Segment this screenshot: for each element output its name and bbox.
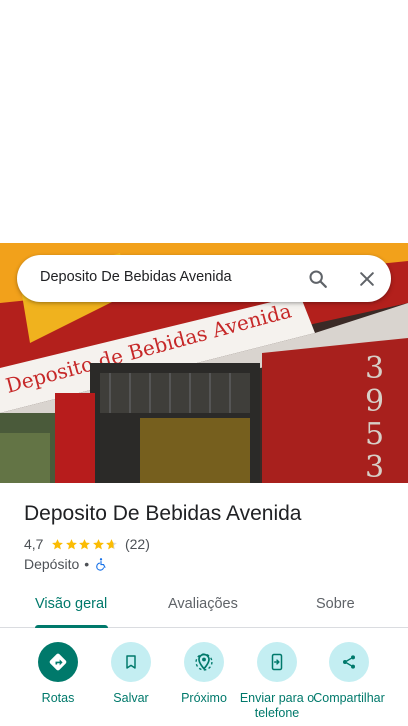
- star-icon: [79, 538, 91, 549]
- search-icon[interactable]: [303, 264, 333, 294]
- rating-value: 4,7: [24, 536, 44, 552]
- active-tab-indicator: [35, 625, 108, 628]
- save-label: Salvar: [113, 691, 149, 705]
- directions-label: Rotas: [41, 691, 75, 705]
- tab-overview[interactable]: Visão geral: [35, 596, 107, 612]
- search-input[interactable]: Deposito De Bebidas Avenida: [40, 269, 232, 285]
- send-to-phone-button[interactable]: Enviar para o telefone: [237, 642, 317, 721]
- directions-button[interactable]: Rotas: [18, 642, 98, 706]
- nearby-icon[interactable]: [184, 642, 224, 682]
- place-tabs: Visão geral Avaliações Sobre: [0, 584, 408, 628]
- photo-number-text-3: 5: [365, 417, 384, 452]
- rating-row[interactable]: 4,7 (22): [24, 536, 150, 552]
- star-icon: [66, 538, 77, 549]
- star-icon: [52, 538, 64, 549]
- search-bar[interactable]: Deposito De Bebidas Avenida: [17, 255, 391, 302]
- star-icon: [93, 538, 104, 549]
- action-buttons: Rotas Salvar Próximo Enviar para o telef…: [0, 640, 408, 726]
- bookmark-icon[interactable]: [111, 642, 151, 682]
- nearby-button[interactable]: Próximo: [164, 642, 244, 706]
- wheelchair-accessible-icon: [96, 558, 106, 571]
- share-icon[interactable]: [329, 642, 369, 682]
- half-star-icon: [106, 538, 118, 549]
- send-to-phone-icon[interactable]: [257, 642, 297, 682]
- close-icon[interactable]: [352, 264, 382, 294]
- map-area-blank: [0, 0, 408, 243]
- directions-icon[interactable]: [38, 642, 78, 682]
- photo-number-text: 3: [365, 351, 384, 386]
- place-title: Deposito De Bebidas Avenida: [24, 502, 302, 525]
- place-category: Depósito: [24, 556, 80, 572]
- photo-number-text-4: 3: [365, 450, 384, 483]
- category-row: Depósito •: [24, 556, 108, 572]
- rating-stars: [51, 538, 119, 551]
- photo-number-text-2: 9: [365, 384, 384, 419]
- save-button[interactable]: Salvar: [91, 642, 171, 706]
- tab-reviews[interactable]: Avaliações: [168, 596, 238, 612]
- nearby-label: Próximo: [181, 691, 227, 705]
- separator-dot: •: [84, 556, 90, 572]
- share-label: Compartilhar: [313, 691, 385, 705]
- send-to-phone-label: Enviar para o telefone: [239, 691, 315, 720]
- tab-about[interactable]: Sobre: [316, 596, 355, 612]
- review-count[interactable]: (22): [125, 536, 150, 552]
- share-button[interactable]: Compartilhar: [309, 642, 389, 706]
